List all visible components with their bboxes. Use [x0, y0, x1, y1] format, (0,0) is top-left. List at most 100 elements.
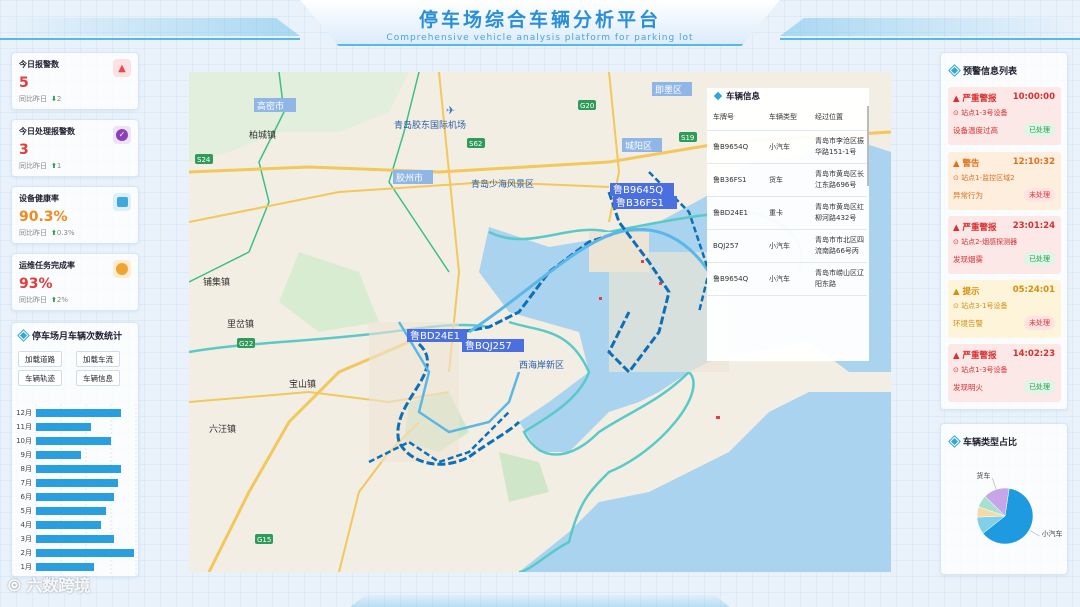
- table-row[interactable]: 鲁B36FS1 货车 青岛市黄岛区长江东路696号: [707, 163, 867, 197]
- alert-time: 10:00:00: [1012, 92, 1055, 102]
- bar: [36, 507, 106, 515]
- bar: [36, 465, 121, 473]
- chart-icon: [113, 193, 131, 211]
- location-pin-icon: ⊙: [953, 174, 962, 182]
- map-label: 胶州市: [396, 172, 423, 184]
- alert-description: 发现烟雾: [953, 255, 983, 264]
- alert-level: ▲ 严重警报: [953, 94, 997, 104]
- pie-label-line: [1029, 529, 1040, 537]
- alert-triangle-icon: ▲: [953, 287, 963, 297]
- alert-description: 异常行为: [953, 191, 983, 200]
- stat-compare: 同比昨日 ⬆1: [19, 162, 62, 170]
- map-label: 里岔镇: [227, 318, 254, 330]
- alert-description: 发现明火: [953, 383, 983, 392]
- map-label: 铺集镇: [203, 276, 230, 288]
- location-pin-icon: ⊙: [953, 238, 962, 246]
- stat-compare: 同比昨日 ⬇2: [19, 95, 62, 103]
- alert-location: ⊙ 站点3-1号设备: [953, 302, 1008, 310]
- location-pin-icon: ⊙: [953, 109, 962, 117]
- tick-label: 7月: [21, 479, 32, 487]
- vehicle-tag: 鲁BD24E1: [410, 329, 460, 342]
- load-road-button[interactable]: 加载道路: [18, 351, 62, 367]
- vehicle-tag: 鲁BQJ257: [465, 339, 512, 352]
- bar: [36, 479, 118, 487]
- table-row[interactable]: BQJ257 小汽车 青岛市市北区四流南路66号丙: [707, 229, 867, 263]
- stat-compare: 同比昨日 ⬆0.3%: [19, 229, 75, 237]
- table-row[interactable]: 鲁B9654Q 小汽车 青岛市李沧区振华路151-1号: [707, 130, 867, 164]
- bar: [36, 563, 94, 571]
- map-label: G15: [257, 536, 271, 544]
- alert-status-badge: 已处理: [1024, 123, 1055, 137]
- type-cell: 重卡: [763, 196, 809, 230]
- stat-card-alarms-today: 今日报警数 5 同比昨日 ⬇2 ▲: [11, 52, 139, 110]
- map-label: 高密市: [257, 100, 284, 112]
- map-label: S19: [681, 134, 694, 142]
- map-label: 即墨区: [655, 85, 682, 96]
- alert-item[interactable]: ▲ 警告 12:10:32 ⊙ 站点1-监控区域2 异常行为 未处理: [948, 152, 1061, 210]
- alert-location: ⊙ 站点1-3号设备: [953, 109, 1008, 117]
- vehicle-track-button[interactable]: 车辆轨迹: [18, 370, 62, 386]
- stat-value: 3: [19, 142, 29, 158]
- map-label: G22: [239, 340, 253, 348]
- alert-triangle-icon: ▲: [953, 223, 963, 233]
- type-cell: 小汽车: [763, 130, 809, 164]
- table-scrollbar[interactable]: [867, 106, 869, 186]
- alert-status-badge: 未处理: [1024, 188, 1055, 202]
- alert-status-badge: 已处理: [1024, 380, 1055, 394]
- location-pin-icon: ⊙: [953, 366, 962, 374]
- stat-value: 93%: [19, 276, 53, 292]
- diamond-icon: [949, 436, 960, 447]
- alert-location: ⊙ 站点1-监控区域2: [953, 174, 1015, 182]
- tick-label: 1月: [21, 563, 32, 571]
- vehicle-info-button[interactable]: 车辆信息: [76, 370, 120, 386]
- map-label: 西海岸新区: [519, 359, 564, 371]
- location-cell: 青岛市李沧区振华路151-1号: [809, 130, 867, 164]
- vehicle-info-title: 车辆信息: [713, 90, 760, 102]
- alert-item[interactable]: ▲ 严重警报 23:01:24 ⊙ 站点2-烟感探测器 发现烟雾 已处理: [948, 216, 1061, 274]
- table-row[interactable]: 鲁B9654Q 小汽车 青岛市崂山区辽阳东路: [707, 262, 867, 296]
- load-traffic-button[interactable]: 加载车流: [76, 351, 120, 367]
- stat-compare: 同比昨日 ⬆2%: [19, 296, 68, 304]
- table-row[interactable]: 鲁BD24E1 重卡 青岛市黄岛区红柳河路432号: [707, 196, 867, 230]
- pie-label-line: [992, 477, 997, 490]
- alert-description: 环境告警: [953, 319, 983, 328]
- location-cell: 青岛市黄岛区红柳河路432号: [809, 196, 867, 230]
- alert-item[interactable]: ▲ 严重警报 14:02:23 ⊙ 站点1-3号设备 发现明火 已处理: [948, 344, 1061, 402]
- map-label: 柏城镇: [249, 129, 276, 141]
- column-header: 车辆类型: [763, 106, 809, 131]
- stat-card-maintenance-rate: 运维任务完成率 93% 同比昨日 ⬆2%: [11, 253, 139, 311]
- alert-time: 23:01:24: [1012, 221, 1055, 231]
- page-title: 停车场综合车辆分析平台: [418, 9, 661, 31]
- diamond-icon: [713, 91, 723, 101]
- plate-cell: 鲁B9654Q: [707, 262, 763, 296]
- map-label: G20: [580, 102, 594, 110]
- map-label: 青岛胶东国际机场: [394, 119, 466, 131]
- section-title: 车辆类型占比: [949, 435, 1017, 448]
- stat-label: 设备健康率: [19, 194, 59, 203]
- alert-location: ⊙ 站点2-烟感探测器: [953, 238, 1018, 246]
- bar: [36, 423, 91, 431]
- plate-cell: 鲁B36FS1: [707, 163, 763, 197]
- type-cell: 小汽车: [763, 229, 809, 263]
- map-label: 青岛少海风景区: [471, 178, 534, 190]
- column-header: 经过位置: [809, 106, 867, 131]
- header: 停车场综合车辆分析平台 Comprehensive vehicle analys…: [0, 0, 1080, 48]
- alert-status-badge: 未处理: [1024, 316, 1055, 330]
- tick-label: 11月: [16, 423, 32, 431]
- svg-text:✈: ✈: [446, 104, 455, 117]
- tick-label: 10月: [16, 437, 32, 445]
- tick-label: 6月: [21, 493, 32, 501]
- location-pin-icon: ⊙: [953, 302, 962, 310]
- alert-triangle-icon: ▲: [953, 351, 963, 361]
- stat-label: 运维任务完成率: [19, 261, 75, 270]
- tick-label: 9月: [21, 451, 32, 459]
- check-icon: ✓: [113, 126, 131, 144]
- alert-triangle-icon: ▲: [953, 94, 963, 104]
- logo-icon: ⦾: [8, 576, 27, 595]
- alert-status-badge: 已处理: [1024, 252, 1055, 266]
- map-label: S62: [469, 140, 482, 148]
- clock-icon: [113, 260, 131, 278]
- section-title: 停车场月车辆次数统计: [18, 329, 122, 342]
- alert-item[interactable]: ▲ 提示 05:24:01 ⊙ 站点3-1号设备 环境告警 未处理: [948, 280, 1061, 338]
- alert-item[interactable]: ▲ 严重警报 10:00:00 ⊙ 站点1-3号设备 设备温度过高 已处理: [948, 87, 1061, 145]
